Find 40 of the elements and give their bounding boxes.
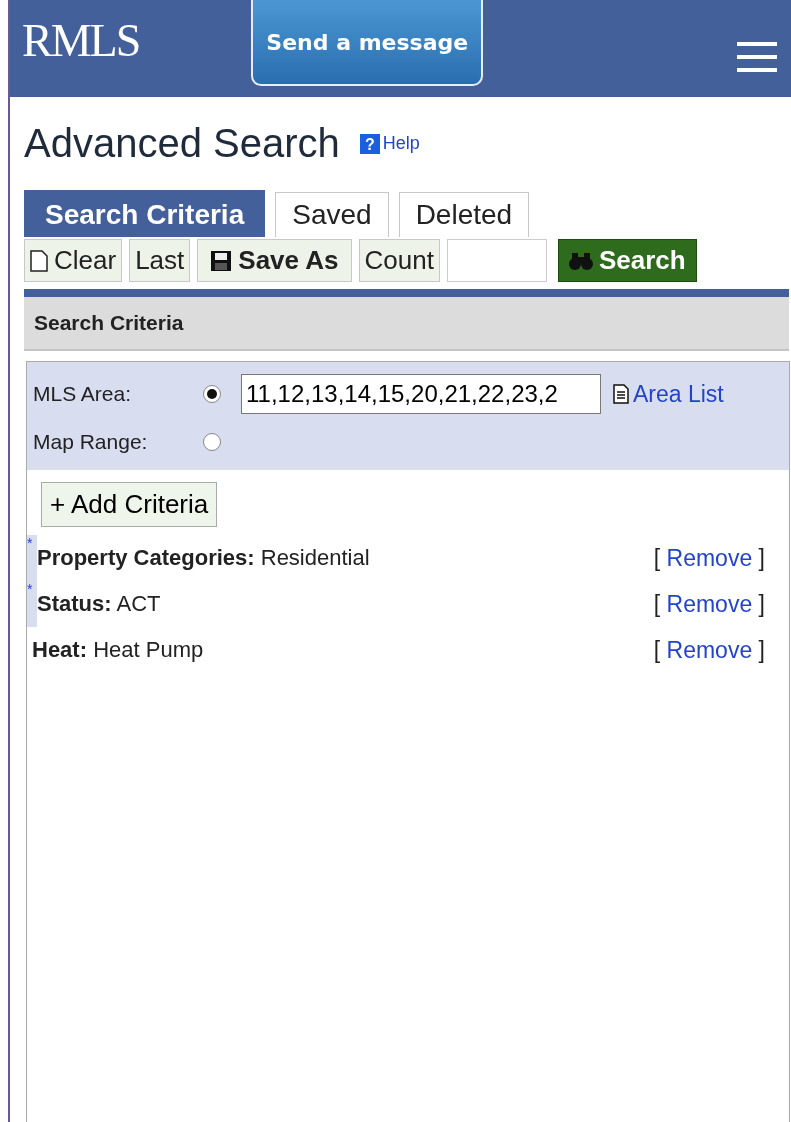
page-title: Advanced Search (24, 121, 340, 166)
remove-link[interactable]: Remove (666, 544, 753, 571)
logo: RMLS (22, 14, 140, 67)
add-criteria-button[interactable]: + Add Criteria (41, 482, 218, 527)
count-button[interactable]: Count (358, 239, 440, 282)
required-marker: * (27, 535, 37, 581)
bracket: ] (758, 636, 765, 663)
radio-button[interactable] (203, 385, 221, 403)
last-button[interactable]: Last (129, 239, 191, 282)
binoculars-icon (568, 250, 593, 271)
area-list-link[interactable]: Area List (613, 380, 724, 408)
save-as-button[interactable]: Save As (197, 239, 352, 282)
radio-button[interactable] (203, 433, 221, 451)
document-icon (613, 384, 629, 404)
tab[interactable]: Search Criteria (24, 190, 266, 237)
field-label: Map Range: (33, 430, 149, 454)
help-icon: ? (359, 133, 380, 154)
criterion-text: Heat: Heat Pump (32, 637, 205, 663)
tab[interactable]: Deleted (398, 192, 530, 237)
bracket: [ (653, 544, 661, 571)
tab[interactable]: Saved (275, 192, 389, 237)
search-button[interactable]: Search (557, 239, 697, 282)
document-icon (30, 249, 48, 272)
clear-button[interactable]: Clear (24, 239, 123, 282)
bracket: ] (758, 544, 765, 571)
section-header: Search Criteria (24, 297, 789, 351)
bracket: [ (653, 590, 661, 617)
help-link[interactable]: ? Help (359, 133, 420, 154)
criterion-text: Status: ACT (37, 591, 162, 617)
criterion-text: Property Categories: Residential (37, 545, 371, 571)
field-label: MLS Area: (33, 382, 133, 406)
menu-icon[interactable] (737, 42, 777, 72)
area-input-field[interactable]: 11,12,13,14,15,20,21,22,23,2 (241, 374, 601, 414)
bracket: [ (653, 636, 661, 663)
count-field[interactable] (446, 239, 547, 282)
remove-link[interactable]: Remove (666, 636, 753, 663)
send-message-button[interactable]: Send a message (251, 0, 484, 86)
remove-link[interactable]: Remove (666, 590, 753, 617)
required-marker: * (27, 581, 37, 627)
bracket: ] (758, 590, 765, 617)
